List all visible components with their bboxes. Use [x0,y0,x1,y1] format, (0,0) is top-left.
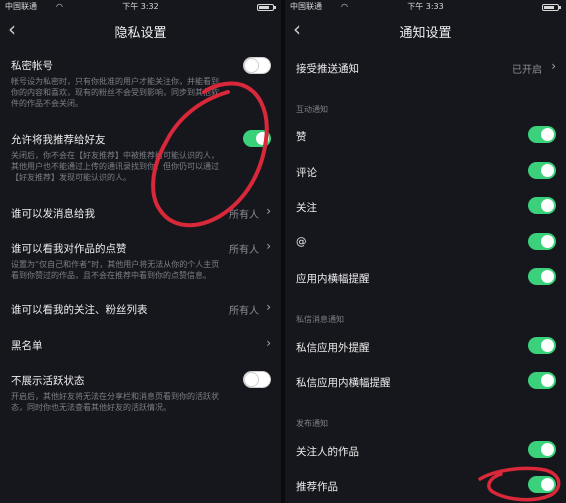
push-notification-value: 已开启 [512,65,542,76]
section-interaction: 互动通知 [296,105,328,114]
battery-icon [257,4,276,11]
notification-settings-screen: 中国联通 ◠ 下午 3:33 ‹ 通知设置 接受推送通知 已开启 › 互动通知 … [285,0,566,503]
mention-toggle[interactable] [528,233,556,250]
recommend-friends-desc: 关闭后，你不会在【好友推荐】中被推荐给可能认识的人，其他用户也不能通过上传的通讯… [11,151,219,182]
pm-in-app-banner-row: 私信应用内横幅提醒 [296,372,556,390]
recommended-works-title: 推荐作品 [296,481,338,493]
who-can-message-value: 所有人 [229,210,259,221]
hide-activity-desc: 开启后，其他好友将无法在分享栏和消息页看到你的活跃状态，同时你也无法查看其他好友… [11,392,219,412]
like-toggle[interactable] [528,126,556,143]
who-can-see-likes-desc: 设置为“仅自己和作者”时，其他用户将无法从你的个人主页看到你赞过的作品，且不会在… [11,260,220,280]
recommend-friends-title: 允许将我推荐给好友 [11,134,106,146]
in-app-banner-toggle[interactable] [528,268,556,285]
private-account-toggle[interactable] [243,57,271,74]
comment-title: 评论 [296,167,317,179]
private-account-title: 私密帐号 [11,60,53,72]
chevron-right-icon: › [266,336,271,350]
follow-title: 关注 [296,202,317,214]
recommended-works-toggle[interactable] [528,476,556,493]
pm-in-app-banner-title: 私信应用内横幅提醒 [296,377,391,389]
private-account-row: 私密帐号 帐号设为私密时，只有你批准的用户才能关注你，并能看到你的内容和喜欢，现… [11,57,271,109]
privacy-settings-screen: 中国联通 ◠ 下午 3:32 ‹ 隐私设置 私密帐号 帐号设为私密时，只有你批准… [0,0,281,503]
page-title: 通知设置 [399,26,452,41]
recommend-friends-toggle[interactable] [243,130,271,147]
hide-activity-toggle[interactable] [243,371,271,388]
comment-toggle[interactable] [528,162,556,179]
followed-works-toggle[interactable] [528,441,556,458]
who-can-see-lists-value: 所有人 [229,306,259,317]
blacklist-row[interactable]: 黑名单 › [11,336,271,353]
followed-works-title: 关注人的作品 [296,446,359,458]
recommend-friends-row: 允许将我推荐给好友 关闭后，你不会在【好友推荐】中被推荐给可能认识的人，其他用户… [11,130,271,183]
private-account-desc: 帐号设为私密时，只有你批准的用户才能关注你，并能看到你的内容和喜欢，现有的粉丝不… [11,77,219,108]
status-time: 下午 3:33 [407,2,444,11]
like-row: 赞 [296,126,556,144]
in-app-banner-title: 应用内横幅提醒 [296,273,370,285]
pm-out-app-row: 私信应用外提醒 [296,337,556,355]
who-can-see-likes-row[interactable]: 谁可以看我对作品的点赞 所有人 › 设置为“仅自己和作者”时，其他用户将无法从你… [11,239,271,281]
battery-icon [542,4,561,11]
hide-activity-row: 不展示活跃状态 开启后，其他好友将无法在分享栏和消息页看到你的活跃状态，同时你也… [11,371,271,413]
chevron-right-icon: › [551,59,556,73]
like-title: 赞 [296,131,307,143]
mention-row: @ [296,233,556,250]
pm-out-app-title: 私信应用外提醒 [296,342,370,354]
chevron-right-icon: › [266,204,271,218]
followed-works-row: 关注人的作品 [296,441,556,459]
follow-toggle[interactable] [528,197,556,214]
status-time: 下午 3:32 [122,2,159,11]
hide-activity-title: 不展示活跃状态 [11,375,85,387]
page-title: 隐私设置 [114,26,167,41]
nav-bar: ‹ 通知设置 [285,16,566,44]
who-can-message-row[interactable]: 谁可以发消息给我 所有人 › [11,204,271,221]
pm-in-app-banner-toggle[interactable] [528,372,556,389]
pm-out-app-toggle[interactable] [528,337,556,354]
section-private-message: 私信消息通知 [296,315,344,324]
blacklist-title: 黑名单 [11,340,43,352]
mention-title: @ [296,236,307,248]
status-bar: 中国联通 ◠ 下午 3:32 [0,0,281,14]
follow-row: 关注 [296,197,556,215]
chevron-right-icon: › [266,239,271,253]
who-can-see-lists-row[interactable]: 谁可以看我的关注、粉丝列表 所有人 › [11,300,271,317]
section-publish: 发布通知 [296,419,328,428]
comment-row: 评论 [296,162,556,180]
push-notification-row[interactable]: 接受推送通知 已开启 › [296,59,556,76]
nav-bar: ‹ 隐私设置 [0,16,281,44]
screenshot-composite: 中国联通 ◠ 下午 3:32 ‹ 隐私设置 私密帐号 帐号设为私密时，只有你批准… [0,0,566,503]
in-app-banner-row: 应用内横幅提醒 [296,268,556,286]
status-bar: 中国联通 ◠ 下午 3:33 [285,0,566,14]
who-can-see-likes-value: 所有人 [229,245,259,256]
recommended-works-row: 推荐作品 [296,476,556,494]
chevron-right-icon: › [266,300,271,314]
